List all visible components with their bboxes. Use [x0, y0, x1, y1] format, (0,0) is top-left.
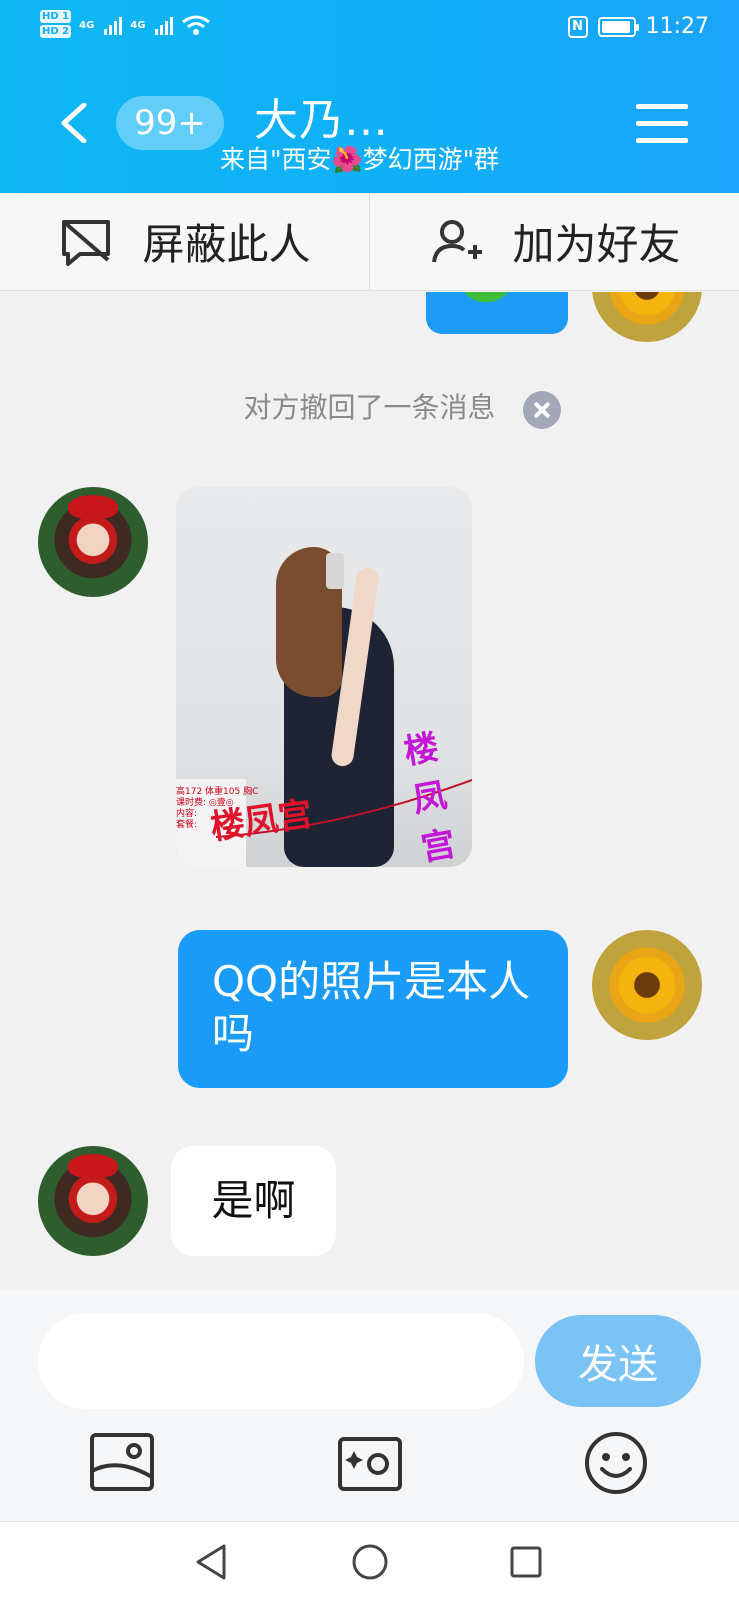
nav-recents-icon[interactable]: [506, 1542, 546, 1582]
nav-home-icon[interactable]: [350, 1542, 390, 1582]
emoji-icon[interactable]: [582, 1429, 650, 1497]
composer: 发送: [0, 1289, 739, 1521]
nfc-icon: N: [567, 15, 588, 38]
system-nav-bar: [0, 1521, 739, 1600]
action-bar: 屏蔽此人 加为好友: [0, 193, 739, 291]
network-type-label-2: 4G: [130, 19, 146, 31]
close-icon[interactable]: [523, 391, 561, 429]
back-arrow-icon[interactable]: [58, 103, 88, 143]
unread-badge[interactable]: 99+: [116, 96, 224, 150]
block-icon: [62, 219, 111, 266]
sim-indicator: HD 1 HD 2: [40, 10, 72, 40]
sim1-label: HD 1: [40, 10, 72, 23]
photo-album-icon[interactable]: [88, 1429, 156, 1497]
wifi-icon: [182, 15, 211, 35]
add-friend-label: 加为好友: [512, 220, 681, 269]
add-friend-icon: [432, 219, 483, 262]
sticker-fragment: [460, 292, 512, 302]
their-message-bubble[interactable]: 是啊: [171, 1146, 336, 1256]
block-user-button[interactable]: 屏蔽此人: [0, 193, 369, 290]
sim2-label: HD 2: [40, 25, 72, 38]
add-friend-button[interactable]: 加为好友: [369, 193, 739, 290]
image-message[interactable]: 高172 体重105 胸C 课时费: ◎壹◎ 内容: 套餐: 楼凤宫 楼凤宫: [176, 487, 472, 867]
recall-notice: 对方撤回了一条消息: [243, 391, 496, 424]
battery-icon: [597, 16, 639, 37]
signal-icon: [104, 15, 123, 35]
network-type-label: 4G: [79, 19, 95, 31]
message-list[interactable]: 对方撤回了一条消息 高172 体重105 胸C 课时费: ◎壹◎ 内容: 套餐:…: [0, 292, 739, 1289]
send-button[interactable]: 发送: [535, 1315, 701, 1407]
my-avatar-top[interactable]: [592, 292, 702, 342]
my-message-bubble[interactable]: QQ的照片是本人吗: [178, 930, 568, 1088]
message-input[interactable]: [38, 1313, 524, 1409]
signal-icon-2: [155, 15, 174, 35]
chat-header: HD 1 HD 2 4G 4G N 11:27 99+ 大乃… 来自"西安🌺梦幻…: [0, 0, 739, 193]
chat-title: 大乃…: [254, 95, 389, 146]
camera-icon[interactable]: [336, 1429, 404, 1497]
menu-icon[interactable]: [636, 104, 688, 144]
photo-phone: [326, 553, 344, 589]
previous-message-bubble[interactable]: [426, 292, 568, 334]
nav-back-icon[interactable]: [192, 1542, 232, 1582]
status-bar: HD 1 HD 2 4G 4G N 11:27: [40, 8, 709, 48]
block-user-label: 屏蔽此人: [142, 220, 311, 269]
sender-avatar-2[interactable]: [38, 1146, 148, 1256]
clock: 11:27: [645, 14, 709, 39]
sender-avatar[interactable]: [38, 487, 148, 597]
chat-subtitle: 来自"西安🌺梦幻西游"群: [220, 145, 500, 174]
my-avatar[interactable]: [592, 930, 702, 1040]
